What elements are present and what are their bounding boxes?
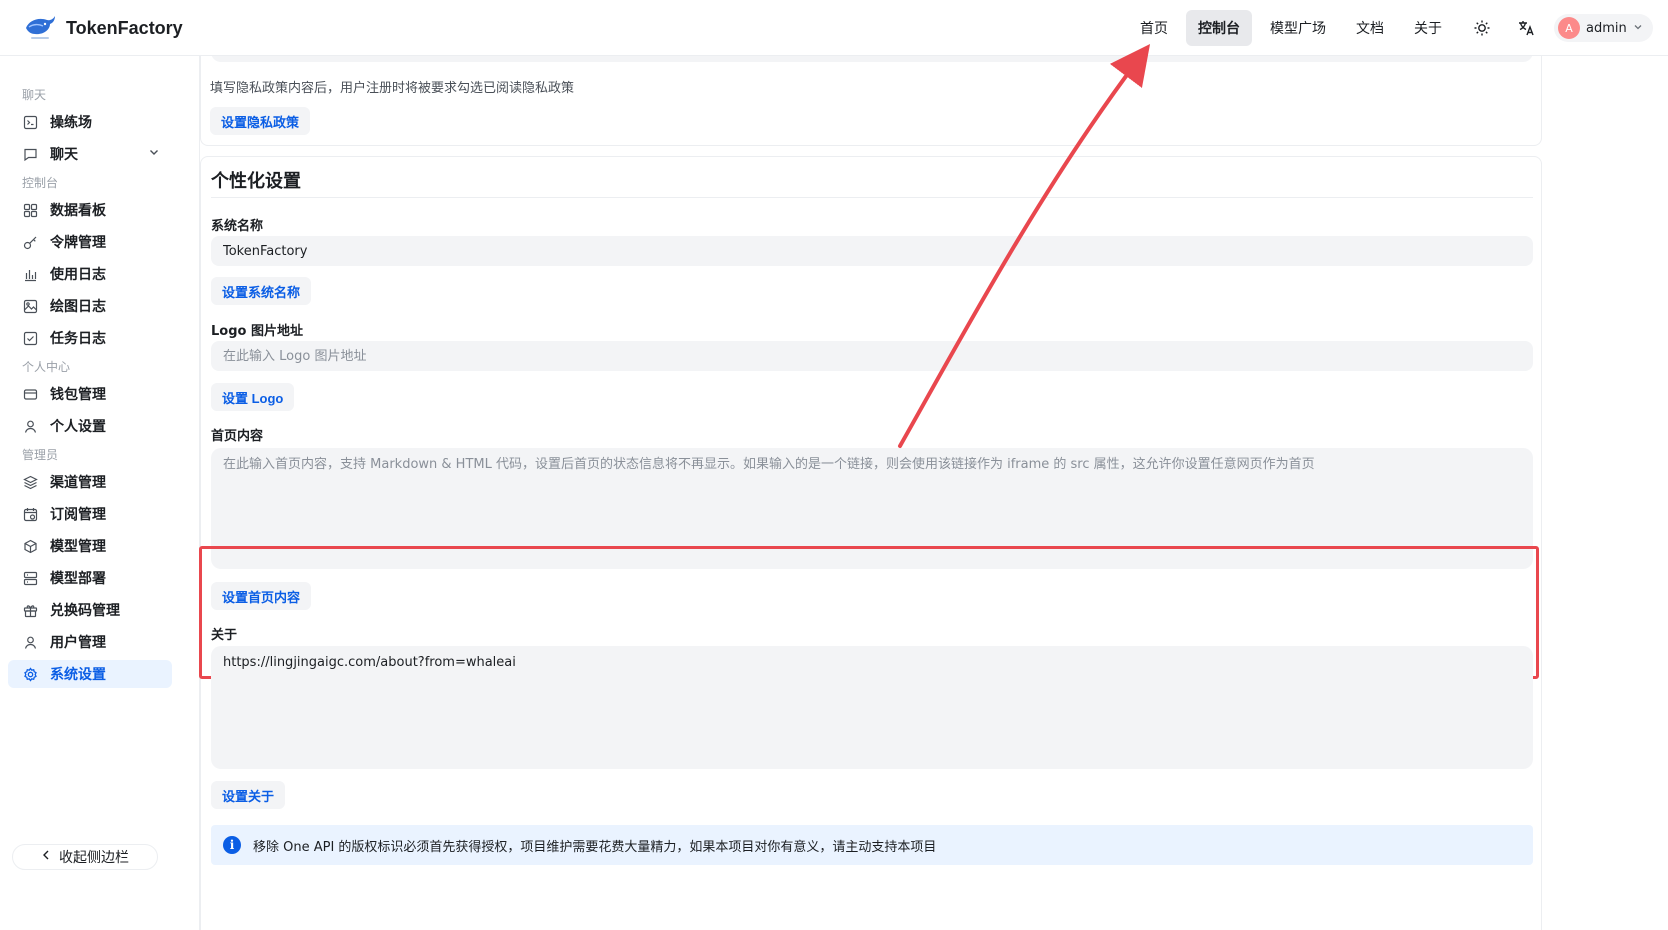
sidebar-item-dashboard[interactable]: 数据看板 — [8, 196, 172, 224]
set-system-name-button[interactable]: 设置系统名称 — [211, 277, 312, 305]
sidebar-item-deployments[interactable]: 模型部署 — [8, 564, 172, 592]
sidebar-item-redeem-codes[interactable]: 兑换码管理 — [8, 596, 172, 624]
set-logo-button[interactable]: 设置 Logo — [211, 383, 295, 411]
chat-bubble-icon — [22, 146, 38, 162]
header-tools: A admin — [1466, 12, 1653, 44]
key-icon — [22, 234, 38, 250]
system-name-label: 系统名称 — [211, 219, 264, 234]
dashboard-grid-icon — [22, 202, 38, 218]
section-title: 个性化设置 — [211, 171, 301, 192]
layers-icon — [22, 474, 38, 490]
language-translate-icon[interactable] — [1510, 12, 1542, 44]
chevron-down-icon[interactable] — [148, 146, 160, 162]
sidebar-group-console: 控制台 — [22, 176, 59, 190]
collapse-sidebar-button[interactable]: 收起侧边栏 — [12, 844, 158, 870]
image-icon — [22, 298, 38, 314]
sidebar-item-playground[interactable]: 操练场 — [8, 108, 172, 136]
sidebar-item-usage-logs[interactable]: 使用日志 — [8, 260, 172, 288]
nav-about[interactable]: 关于 — [1402, 10, 1454, 46]
wallet-card-icon — [22, 386, 38, 402]
sidebar-item-users[interactable]: 用户管理 — [8, 628, 172, 656]
sidebar-item-wallet[interactable]: 钱包管理 — [8, 380, 172, 408]
sidebar-item-task-logs[interactable]: 任务日志 — [8, 324, 172, 352]
sidebar-item-profile[interactable]: 个人设置 — [8, 412, 172, 440]
personalization-card: 个性化设置 系统名称 设置系统名称 Logo 图片地址 设置 Logo 首页内容… — [199, 156, 1542, 930]
server-icon — [22, 570, 38, 586]
copyright-notice: i 移除 One API 的版权标识必须首先获得授权，项目维护需要花费大量精力，… — [211, 825, 1533, 865]
top-header: TokenFactory 首页 控制台 模型广场 文档 关于 A admin — [0, 0, 1668, 56]
nav-docs[interactable]: 文档 — [1344, 10, 1396, 46]
sidebar-item-system-settings[interactable]: 系统设置 — [8, 660, 172, 688]
home-content-label: 首页内容 — [211, 429, 264, 444]
calendar-clock-icon — [22, 506, 38, 522]
set-privacy-policy-button[interactable]: 设置隐私政策 — [210, 107, 311, 135]
privacy-hint: 填写隐私政策内容后，用户注册时将被要求勾选已阅读隐私政策 — [210, 81, 575, 96]
logo-url-input[interactable] — [211, 341, 1533, 371]
brand-name: TokenFactory — [66, 17, 183, 38]
sidebar-item-tokens[interactable]: 令牌管理 — [8, 228, 172, 256]
sidebar: 聊天 操练场 聊天 控制台 数据看板 令牌管理 使用日志 绘图日志 任务日志 个… — [0, 56, 200, 930]
user-icon — [22, 418, 38, 434]
nav-model-square[interactable]: 模型广场 — [1258, 10, 1338, 46]
nav-console[interactable]: 控制台 — [1186, 10, 1252, 46]
avatar: A — [1558, 17, 1580, 39]
user-name: admin — [1586, 20, 1627, 36]
sidebar-item-drawing-logs[interactable]: 绘图日志 — [8, 292, 172, 320]
sidebar-item-chat[interactable]: 聊天 — [8, 140, 172, 168]
cube-icon — [22, 538, 38, 554]
whale-logo-icon — [22, 12, 58, 44]
divider — [211, 197, 1533, 198]
system-name-input[interactable] — [211, 236, 1533, 266]
sidebar-item-subscriptions[interactable]: 订阅管理 — [8, 500, 172, 528]
nav-home[interactable]: 首页 — [1128, 10, 1180, 46]
logo-label: Logo 图片地址 — [211, 324, 303, 339]
home-content-textarea[interactable] — [211, 448, 1533, 569]
top-nav: 首页 控制台 模型广场 文档 关于 — [1128, 10, 1454, 46]
theme-sun-icon[interactable] — [1466, 12, 1498, 44]
set-about-button[interactable]: 设置关于 — [211, 781, 286, 809]
user-menu[interactable]: A admin — [1554, 14, 1653, 42]
sidebar-group-chat: 聊天 — [22, 88, 47, 102]
chevron-left-icon — [41, 849, 51, 865]
info-icon: i — [223, 836, 241, 854]
gear-icon — [22, 666, 38, 682]
about-textarea[interactable]: https://lingjingaigc.com/about?from=whal… — [211, 646, 1533, 769]
sidebar-group-admin: 管理员 — [22, 448, 59, 462]
set-home-content-button[interactable]: 设置首页内容 — [211, 582, 312, 610]
terminal-icon — [22, 114, 38, 130]
checkbox-icon — [22, 330, 38, 346]
brand[interactable]: TokenFactory — [22, 12, 183, 44]
user-icon — [22, 634, 38, 650]
gift-icon — [22, 602, 38, 618]
main-content: 填写隐私政策内容后，用户注册时将被要求勾选已阅读隐私政策 设置隐私政策 个性化设… — [199, 46, 1668, 930]
chevron-down-icon — [1633, 21, 1643, 36]
collapse-sidebar-label: 收起侧边栏 — [59, 850, 129, 866]
notice-text: 移除 One API 的版权标识必须首先获得授权，项目维护需要花费大量精力，如果… — [253, 839, 937, 855]
privacy-policy-card — [200, 46, 1542, 146]
sidebar-item-models[interactable]: 模型管理 — [8, 532, 172, 560]
about-label: 关于 — [211, 628, 238, 643]
sidebar-group-personal: 个人中心 — [22, 360, 71, 374]
sidebar-item-channels[interactable]: 渠道管理 — [8, 468, 172, 496]
bar-chart-icon — [22, 266, 38, 282]
